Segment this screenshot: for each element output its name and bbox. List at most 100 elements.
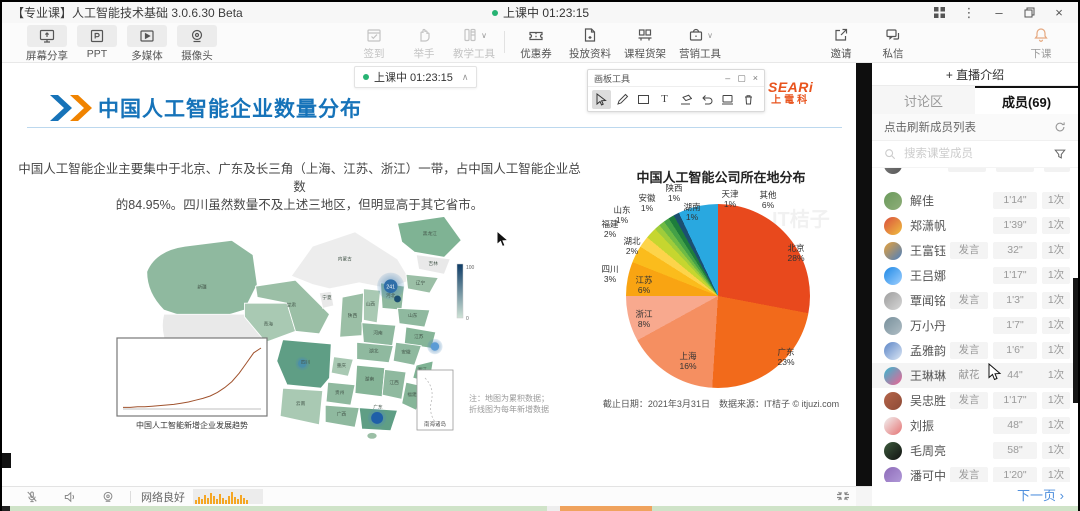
refresh-icon[interactable] bbox=[1054, 121, 1066, 133]
brand-line1: SEARi bbox=[768, 81, 813, 94]
map-legend: 100 0 bbox=[457, 264, 475, 322]
class-status: 上课中 01:23:15 bbox=[492, 2, 589, 23]
member-row[interactable]: 孟雅韵 发言 1'6" 1次 bbox=[872, 338, 1078, 363]
toolbar-screen-share[interactable]: 屏幕分享 bbox=[20, 25, 74, 63]
refresh-hint: 点击刷新成员列表 bbox=[884, 119, 976, 135]
member-count-badge: 1次 bbox=[1042, 392, 1070, 409]
member-row[interactable]: 郑潇帆 1'39" 1次 bbox=[872, 213, 1078, 238]
undo-tool-icon[interactable] bbox=[697, 90, 716, 109]
member-avatar bbox=[884, 168, 902, 174]
member-row-partial[interactable] bbox=[872, 168, 1078, 188]
member-time-badge: 1'17" bbox=[993, 392, 1037, 409]
toolbar-marketing[interactable]: ∨ 营销工具 bbox=[673, 25, 727, 61]
toolbar-raise-hand[interactable]: 举手 bbox=[397, 25, 451, 61]
pie-label: 江苏6% bbox=[626, 275, 662, 295]
badge-ghost bbox=[1044, 168, 1070, 172]
taskbar-sliver bbox=[2, 506, 1078, 511]
toolbar-invite[interactable]: 邀请 bbox=[814, 25, 868, 61]
toolbar-label: PPT bbox=[87, 48, 107, 60]
board-tool-icon[interactable] bbox=[718, 90, 737, 109]
toolbar-sign-in[interactable]: 签到 bbox=[347, 25, 401, 61]
badge-ghost bbox=[948, 168, 986, 172]
toolbar-media[interactable]: 多媒体 bbox=[120, 25, 174, 63]
palette-minimize-icon[interactable]: – bbox=[725, 73, 730, 83]
member-row[interactable]: 刘振 48" 1次 bbox=[872, 413, 1078, 438]
layout-grid-icon[interactable] bbox=[932, 6, 946, 20]
collapse-chevron-icon[interactable]: ∧ bbox=[462, 72, 469, 83]
speaker-icon[interactable] bbox=[62, 489, 78, 505]
toolbar-ppt[interactable]: PPT bbox=[70, 25, 124, 60]
svg-text:湖北: 湖北 bbox=[369, 348, 379, 355]
palette-close-icon[interactable]: × bbox=[753, 73, 758, 83]
svg-text:河北: 河北 bbox=[386, 292, 396, 299]
toolbar-class-end[interactable]: 下课 bbox=[1014, 25, 1068, 61]
member-name: 覃闻铭 bbox=[910, 292, 946, 309]
palette-title: 画板工具 bbox=[594, 72, 630, 85]
status-text: 上课中 01:23:15 bbox=[374, 69, 453, 85]
filter-icon[interactable] bbox=[1054, 148, 1066, 160]
media-icon bbox=[127, 25, 167, 47]
member-name: 王琳琳 bbox=[910, 367, 946, 384]
tab-members[interactable]: 成员(69) bbox=[975, 86, 1078, 114]
scrollbar-thumb[interactable] bbox=[1073, 278, 1078, 403]
eraser-tool-icon[interactable] bbox=[676, 90, 695, 109]
mic-muted-icon[interactable] bbox=[24, 489, 40, 505]
next-page-link[interactable]: 下一页 › bbox=[1017, 485, 1064, 504]
shelf-icon bbox=[636, 25, 654, 45]
close-button[interactable]: × bbox=[1052, 6, 1066, 20]
member-row[interactable]: 毛周亮 58" 1次 bbox=[872, 438, 1078, 463]
toolbar-dm[interactable]: 私信 bbox=[866, 25, 920, 61]
member-row[interactable]: 解佳 1'14" 1次 bbox=[872, 188, 1078, 213]
member-avatar bbox=[884, 217, 902, 235]
more-menu-icon[interactable]: ⋮ bbox=[962, 6, 976, 20]
svg-text:甘肃: 甘肃 bbox=[287, 302, 297, 309]
member-name: 郑潇帆 bbox=[910, 217, 946, 234]
rect-tool-icon[interactable] bbox=[634, 90, 653, 109]
toolbar-coupon[interactable]: 优惠券 bbox=[509, 25, 563, 61]
svg-text:福建: 福建 bbox=[407, 391, 417, 398]
collapse-panel-icon[interactable] bbox=[836, 489, 850, 503]
slide-canvas[interactable]: 上课中 01:23:15 ∧ 画板工具 – ▢ × bbox=[2, 63, 856, 486]
member-avatar bbox=[884, 467, 902, 483]
member-row[interactable]: 万小丹 1'7" 1次 bbox=[872, 313, 1078, 338]
network-status: 网络良好 bbox=[141, 489, 185, 505]
tab-discussion[interactable]: 讨论区 bbox=[872, 86, 975, 114]
svg-text:山西: 山西 bbox=[366, 301, 376, 308]
refresh-members-row[interactable]: 点击刷新成员列表 bbox=[872, 114, 1078, 141]
member-time-badge: 1'3" bbox=[993, 292, 1037, 309]
toolbar-shelf[interactable]: 课程货架 bbox=[618, 25, 672, 61]
pie-chart-title: 中国人工智能公司所在地分布 bbox=[586, 167, 856, 186]
member-list: 解佳 1'14" 1次 郑潇帆 1'39" 1次 王富钰 发言 32" 1次 王… bbox=[872, 168, 1078, 482]
svg-text:100: 100 bbox=[466, 265, 475, 271]
member-row[interactable]: 王富钰 发言 32" 1次 bbox=[872, 238, 1078, 263]
minimize-button[interactable]: – bbox=[992, 6, 1006, 20]
toolbar-teach-tools[interactable]: ∨ 教学工具 bbox=[447, 25, 501, 61]
member-time-badge: 58" bbox=[993, 442, 1037, 459]
member-count-badge: 1次 bbox=[1042, 242, 1070, 259]
palette-restore-icon[interactable]: ▢ bbox=[737, 73, 746, 84]
invite-icon bbox=[832, 25, 850, 45]
toolbar-label: 优惠券 bbox=[520, 46, 552, 61]
live-intro-tab[interactable]: + 直播介绍 bbox=[872, 63, 1078, 86]
text-tool-icon[interactable]: T bbox=[655, 90, 674, 109]
pie-label: 浙江8% bbox=[626, 309, 662, 329]
member-row[interactable]: 吴忠胜 发言 1'17" 1次 bbox=[872, 388, 1078, 413]
member-row[interactable]: 王琳琳 献花 44" 1次 bbox=[872, 363, 1078, 388]
member-action-badge: 发言 bbox=[950, 467, 988, 482]
toolbar-camera[interactable]: 摄像头 bbox=[170, 25, 224, 63]
member-row[interactable]: 潘可中 发言 1'20" 1次 bbox=[872, 463, 1078, 482]
pen-tool-icon[interactable] bbox=[613, 90, 632, 109]
svg-text:重庆: 重庆 bbox=[337, 362, 347, 369]
clear-tool-icon[interactable] bbox=[739, 90, 758, 109]
member-row[interactable]: 覃闻铭 发言 1'3" 1次 bbox=[872, 288, 1078, 313]
member-action-badge: 发言 bbox=[950, 242, 988, 259]
member-time-badge: 1'14" bbox=[993, 192, 1037, 209]
webcam-icon[interactable] bbox=[100, 489, 116, 505]
toolbar-materials[interactable]: 投放资料 bbox=[563, 25, 617, 61]
svg-text:新疆: 新疆 bbox=[197, 284, 207, 291]
member-search-input[interactable] bbox=[902, 147, 1048, 161]
member-row[interactable]: 王吕娜 1'17" 1次 bbox=[872, 263, 1078, 288]
select-tool-icon[interactable] bbox=[592, 90, 611, 109]
restore-button[interactable] bbox=[1022, 6, 1036, 20]
toolbar-label: 营销工具 bbox=[679, 46, 721, 61]
